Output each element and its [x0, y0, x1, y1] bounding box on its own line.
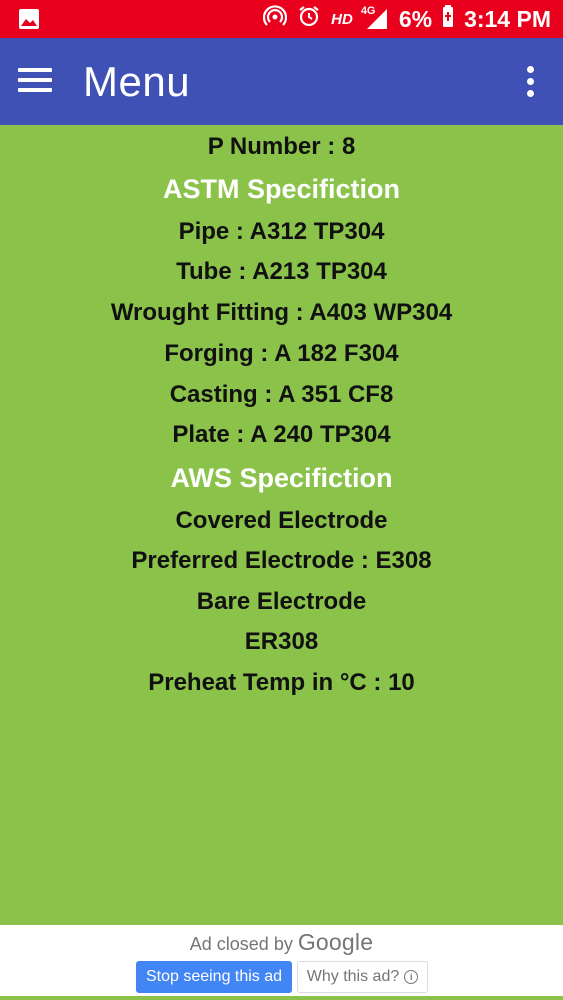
gallery-notification-icon [18, 8, 40, 30]
hd-indicator: HD [331, 10, 353, 28]
clock: 3:14 PM [464, 5, 551, 32]
overflow-menu-icon[interactable] [527, 66, 535, 98]
er-filler: ER308 [244, 628, 319, 655]
covered-electrode: Covered Electrode [175, 507, 388, 534]
casting-spec: Casting : A 351 CF8 [169, 381, 394, 408]
ad-closed-notice: Ad closed by Google [0, 929, 563, 956]
why-this-ad-button[interactable]: Why this ad? i [297, 961, 428, 993]
app-bar: Menu [0, 38, 563, 125]
battery-percent: 6% [398, 5, 433, 32]
battery-charging-icon [442, 4, 454, 34]
astm-heading: ASTM Specifiction [162, 174, 400, 204]
aws-heading: AWS Specifiction [170, 463, 393, 493]
plate-spec: Plate : A 240 TP304 [172, 421, 391, 448]
tube-spec: Tube : A213 TP304 [176, 258, 387, 285]
ad-banner: Ad closed by Google Stop seeing this ad … [0, 925, 563, 1000]
stop-seeing-ad-button[interactable]: Stop seeing this ad [136, 961, 292, 993]
forging-spec: Forging : A 182 F304 [164, 340, 399, 367]
p-number: P Number : 8 [207, 133, 356, 160]
bottom-divider [0, 996, 563, 1000]
status-bar: HD 4G 6% 3:14 PM [0, 0, 563, 38]
hamburger-menu-icon[interactable] [18, 68, 52, 94]
signal-icon: 4G [361, 5, 389, 31]
preferred-electrode: Preferred Electrode : E308 [131, 547, 432, 574]
preheat-temp: Preheat Temp in °C : 10 [148, 669, 415, 696]
google-logo: Google [297, 929, 374, 955]
alarm-icon [297, 4, 321, 34]
why-this-ad-label: Why this ad? [306, 968, 400, 985]
wrought-fitting-spec: Wrought Fitting : A403 WP304 [110, 299, 453, 326]
pipe-spec: Pipe : A312 TP304 [178, 218, 385, 245]
ad-closed-text: Ad closed by [189, 934, 293, 954]
hotspot-icon [263, 4, 288, 34]
bare-electrode: Bare Electrode [196, 588, 367, 615]
info-icon: i [404, 970, 419, 984]
content-area: P Number : 8 ASTM Specifiction Pipe : A3… [0, 125, 563, 925]
app-title: Menu [83, 58, 191, 105]
